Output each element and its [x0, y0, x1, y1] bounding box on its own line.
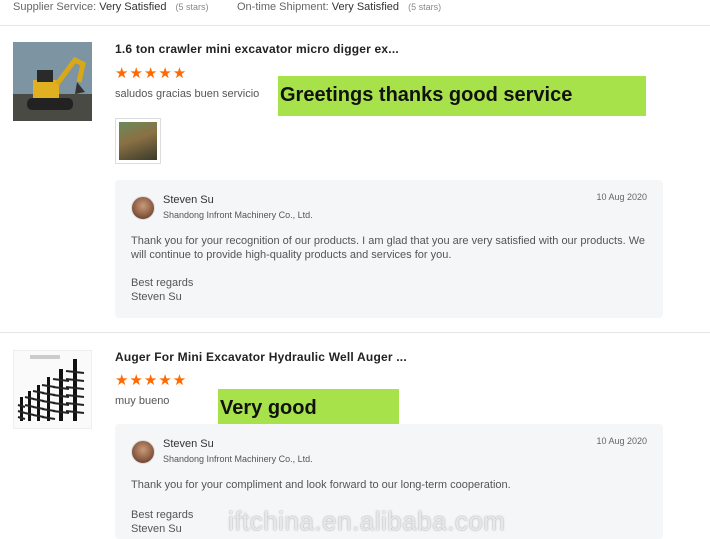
watermark: iftchina.en.alibaba.com: [228, 506, 506, 536]
reply-signature: Steven Su: [131, 291, 182, 303]
product-title-link[interactable]: 1.6 ton crawler mini excavator micro dig…: [115, 42, 399, 56]
reply-signoff: Best regards Steven Su: [131, 508, 193, 536]
review-photo[interactable]: [115, 118, 161, 164]
reply-author-name: Steven Su: [163, 438, 214, 450]
review-item: 1.6 ton crawler mini excavator micro dig…: [0, 26, 710, 333]
reply-author-name: Steven Su: [163, 194, 214, 206]
reply-date: 10 Aug 2020: [596, 192, 647, 202]
star-rating: ★★★★★: [115, 65, 188, 82]
reply-message: Thank you for your recognition of our pr…: [131, 235, 645, 261]
supplier-service-value: Very Satisfied: [99, 1, 167, 13]
review-comment: muy bueno: [115, 395, 170, 407]
reply-signature: Steven Su: [131, 523, 182, 535]
supplier-service-rating: Supplier Service: Very Satisfied (5 star…: [13, 1, 209, 13]
review-comment: saludos gracias buen servicio: [115, 88, 260, 100]
reply-signoff: Best regards Steven Su: [131, 276, 193, 304]
translation-highlight: Very good: [218, 389, 399, 428]
translation-highlight: Greetings thanks good service: [278, 76, 646, 116]
reply-regards: Best regards: [131, 509, 194, 521]
product-thumbnail[interactable]: [13, 42, 92, 121]
avatar: [131, 196, 155, 220]
reply-company: Shandong Infront Machinery Co., Ltd.: [163, 454, 313, 464]
shipment-stars: (5 stars): [408, 2, 442, 12]
review-photo-image: [119, 122, 157, 160]
supplier-service-label: Supplier Service:: [13, 1, 97, 13]
reply-regards: Best regards: [131, 277, 194, 289]
reply-company: Shandong Infront Machinery Co., Ltd.: [163, 210, 313, 220]
auger-image: [14, 351, 91, 428]
rating-summary-bar: Supplier Service: Very Satisfied (5 star…: [0, 0, 710, 26]
shipment-label: On-time Shipment:: [237, 1, 329, 13]
shipment-value: Very Satisfied: [331, 1, 400, 13]
product-thumbnail[interactable]: [13, 350, 92, 429]
avatar: [131, 440, 155, 464]
excavator-image: [13, 42, 92, 121]
shipment-rating: On-time Shipment: Very Satisfied (5 star…: [237, 1, 441, 13]
supplier-service-stars: (5 stars): [175, 2, 209, 12]
star-rating: ★★★★★: [115, 372, 188, 389]
product-title-link[interactable]: Auger For Mini Excavator Hydraulic Well …: [115, 350, 407, 364]
reply-message: Thank you for your compliment and look f…: [131, 479, 511, 491]
reply-date: 10 Aug 2020: [596, 436, 647, 446]
supplier-reply: Steven Su Shandong Infront Machinery Co.…: [115, 180, 663, 318]
